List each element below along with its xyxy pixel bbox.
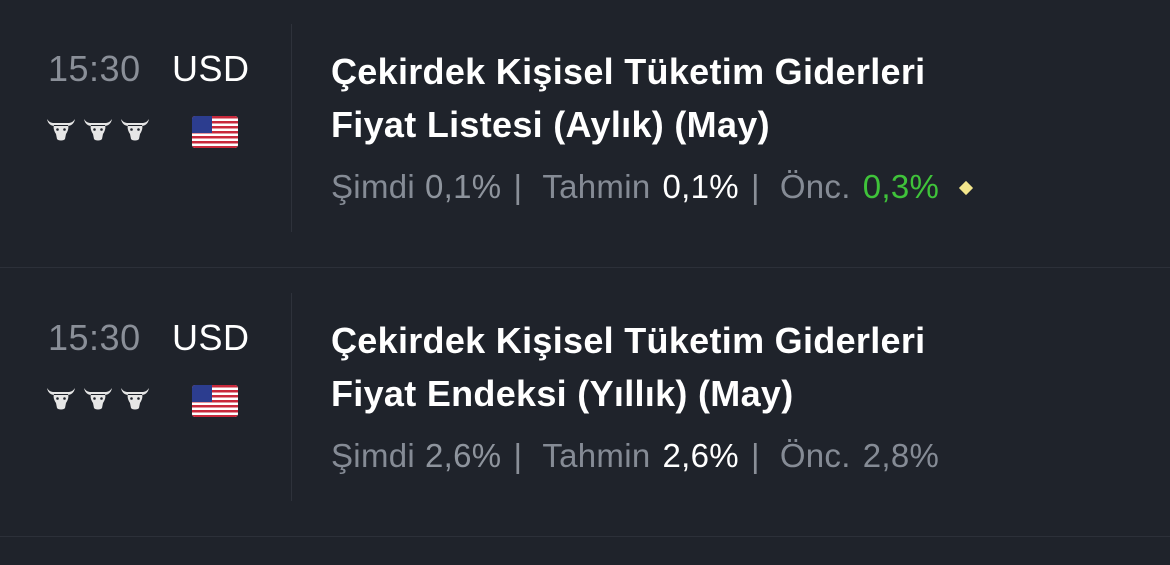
event-title-line: Fiyat Endeksi (Yıllık) (May) [331, 373, 794, 414]
stat-separator: | [513, 168, 523, 205]
us-flag-icon [192, 116, 238, 148]
bull-icon [84, 388, 112, 410]
bull-icon [121, 119, 149, 141]
column-divider [291, 24, 292, 232]
previous-value: 2,8% [862, 437, 940, 474]
forecast-label: Tahmin [542, 437, 651, 474]
column-divider [291, 293, 292, 501]
event-stats: Şimdi 0,1% | Tahmin 0,1% | Önc. 0,3% [331, 168, 974, 206]
us-flag-icon [192, 385, 238, 417]
event-stats: Şimdi 2,6% | Tahmin 2,6% | Önc. 2,8% [331, 437, 939, 475]
event-currency: USD [172, 317, 250, 358]
previous-label: Önc. [779, 437, 851, 474]
stat-separator: | [750, 168, 760, 205]
previous-value: 0,3% [862, 168, 940, 205]
bull-icon [47, 388, 75, 410]
event-title-line: Çekirdek Kişisel Tüketim Giderleri [331, 320, 926, 361]
bull-icon [47, 119, 75, 141]
forecast-label: Tahmin [542, 168, 651, 205]
forecast-value: 2,6% [662, 437, 739, 474]
forecast-value: 0,1% [662, 168, 739, 205]
importance-rating [46, 116, 150, 142]
event-currency: USD [172, 48, 250, 89]
actual-label: Şimdi [331, 437, 416, 474]
event-title-line: Fiyat Listesi (Aylık) (May) [331, 104, 770, 145]
actual-value: 2,6% [425, 437, 502, 474]
diamond-icon [959, 180, 974, 196]
importance-rating [46, 385, 150, 411]
event-time: 15:30 [48, 317, 141, 358]
event-row[interactable]: 15:30 USD Çekirdek Kişisel Tüketim Gider… [0, 0, 1170, 268]
previous-label: Önc. [779, 168, 851, 205]
actual-value: 0,1% [425, 168, 502, 205]
bull-icon [84, 119, 112, 141]
actual-label: Şimdi [331, 168, 416, 205]
stat-separator: | [750, 437, 760, 474]
event-title-line: Çekirdek Kişisel Tüketim Giderleri [331, 51, 926, 92]
stat-separator: | [513, 437, 523, 474]
bull-icon [121, 388, 149, 410]
event-title: Çekirdek Kişisel Tüketim Giderleri Fiyat… [331, 314, 1131, 420]
event-title: Çekirdek Kişisel Tüketim Giderleri Fiyat… [331, 45, 1131, 151]
event-time: 15:30 [48, 48, 141, 89]
event-row[interactable]: 15:30 USD Çekirdek Kişisel Tüketim Gider… [0, 269, 1170, 537]
